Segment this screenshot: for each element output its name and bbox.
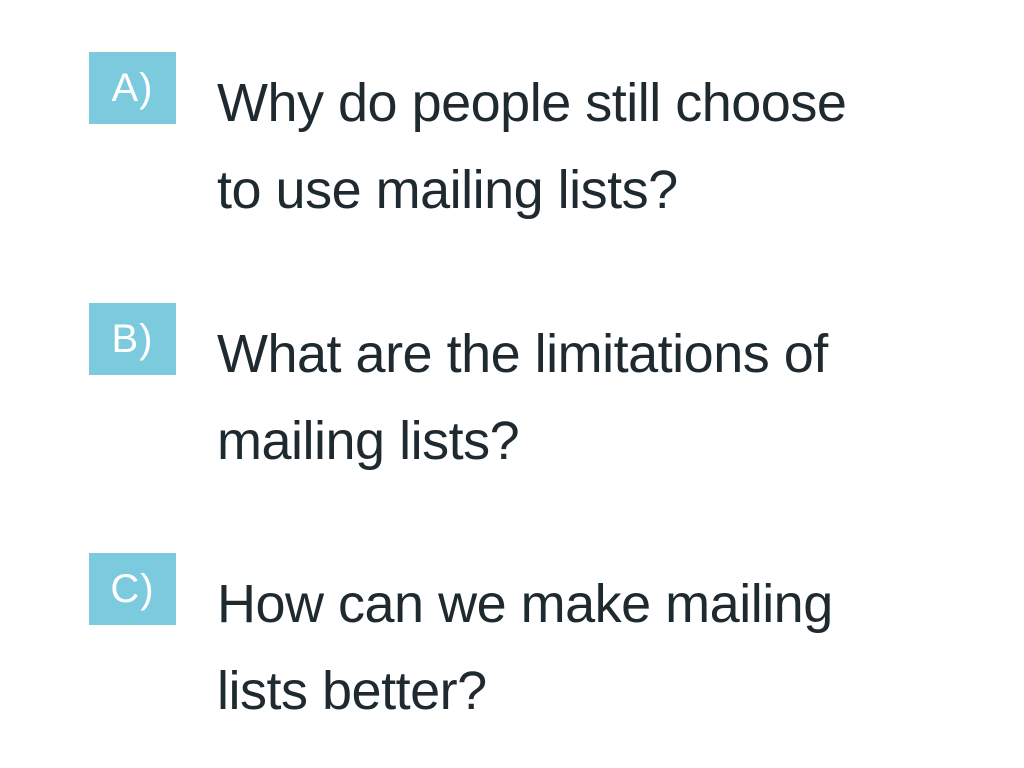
question-text-line-1: How can we make mailing bbox=[217, 574, 833, 634]
question-text: Why do people still choose to use mailin… bbox=[217, 60, 977, 234]
question-text-line-2: lists better? bbox=[217, 661, 487, 721]
slide: A) Why do people still choose to use mai… bbox=[0, 0, 1024, 768]
question-label-badge: B) bbox=[89, 303, 176, 375]
question-text-line-1: Why do people still choose bbox=[217, 73, 847, 133]
question-text-line-1: What are the limitations of bbox=[217, 324, 828, 384]
question-text-line-2: to use mailing lists? bbox=[217, 160, 678, 220]
question-text: What are the limitations of mailing list… bbox=[217, 311, 977, 485]
question-label-badge: A) bbox=[89, 52, 176, 124]
question-text-line-2: mailing lists? bbox=[217, 411, 520, 471]
question-text: How can we make mailing lists better? bbox=[217, 561, 977, 735]
question-label-badge: C) bbox=[89, 553, 176, 625]
